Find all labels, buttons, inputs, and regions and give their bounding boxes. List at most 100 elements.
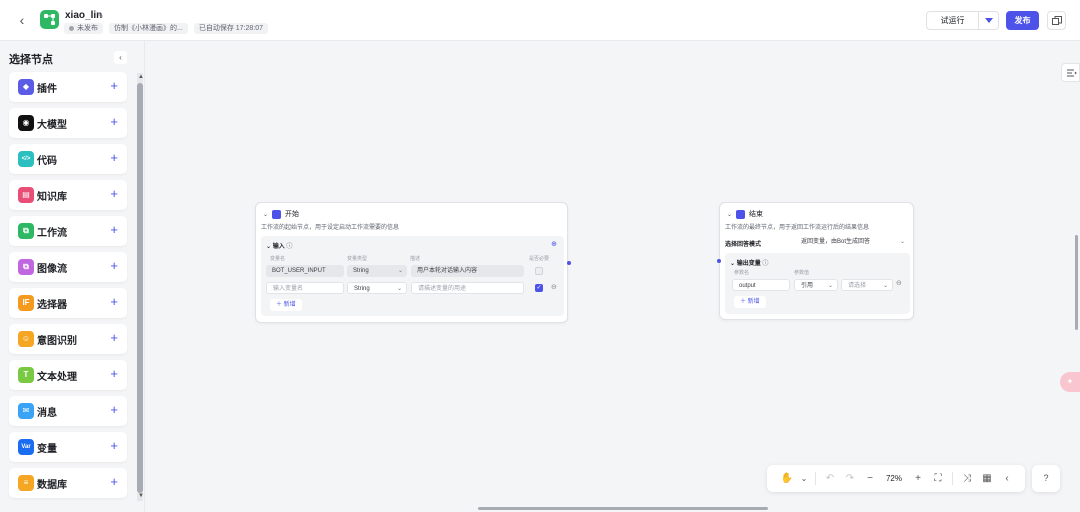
sidebar-node-item[interactable]: ✉ 消息 +	[9, 396, 127, 426]
start-input-panel: ⌄ 输入 ⓘ ⊕ 变量名 变量类型 描述 是否必要 BOT_USER_INPUT…	[261, 236, 564, 316]
sidebar-node-item[interactable]: ⧉ 图像流 +	[9, 252, 127, 282]
zoom-level[interactable]: 72%	[880, 474, 908, 483]
sidebar-node-label: 意图识别	[37, 336, 77, 347]
start-output-port[interactable]	[567, 261, 571, 265]
remove-row-icon[interactable]: ⊖	[896, 279, 902, 287]
help-icon[interactable]: ?	[1032, 465, 1060, 492]
edit-icon[interactable]: ✎	[97, 11, 104, 20]
pointer-mode-icon[interactable]: ✋	[777, 469, 797, 488]
trial-run-button[interactable]: 试运行	[927, 12, 978, 29]
sidebar-node-item[interactable]: ◆ 插件 +	[9, 72, 127, 102]
list-icon	[1067, 69, 1077, 77]
sidebar-node-item[interactable]: ▤ 知识库 +	[9, 180, 127, 210]
sidebar-node-item[interactable]: </> 代码 +	[9, 144, 127, 174]
sidebar-node-item[interactable]: ◉ 大模型 +	[9, 108, 127, 138]
end-input-port[interactable]	[717, 259, 721, 263]
end-node-desc: 工作流的最终节点，用于返回工作流运行后的结果信息	[725, 225, 870, 231]
plus-icon[interactable]: +	[110, 331, 118, 345]
scroll-up-icon[interactable]: ▲	[138, 74, 144, 80]
back-icon[interactable]: ‹	[14, 12, 30, 28]
plus-icon[interactable]: +	[110, 367, 118, 381]
chevron-down-icon[interactable]: ⌄	[266, 244, 273, 250]
plus-icon[interactable]: +	[110, 439, 118, 453]
chevron-down-icon[interactable]: ⌄	[727, 211, 732, 218]
plus-icon[interactable]: +	[110, 79, 118, 93]
remove-row-icon[interactable]: ⊖	[551, 283, 557, 291]
trial-run-dropdown[interactable]	[978, 12, 998, 29]
copy-button[interactable]	[1047, 11, 1066, 30]
sidebar-scrollbar-thumb[interactable]	[137, 83, 143, 493]
output-value-select[interactable]: 请选择 ⌄	[841, 279, 893, 291]
canvas-toolbar: ✋ ⌄ ↶ ↷ − 72% + ⛶ ⤨ ▦ ‹	[767, 465, 1025, 492]
minimap-icon[interactable]: ▦	[977, 469, 997, 488]
plus-icon[interactable]: +	[110, 475, 118, 489]
output-ref-select[interactable]: 引用 ⌄	[794, 279, 838, 291]
row2-type-select[interactable]: String ⌄	[347, 282, 407, 294]
scroll-down-icon[interactable]: ▼	[138, 493, 144, 499]
undo-icon[interactable]: ↶	[820, 469, 840, 488]
zoom-out-icon[interactable]: −	[860, 469, 880, 488]
end-output-panel: ⌄ 输出变量 ⓘ 参数名 参数值 output 引用 ⌄ 请选择 ⌄ ⊖ ＋ 新增	[725, 253, 910, 314]
chevron-down-icon[interactable]: ⌄	[263, 211, 268, 218]
publish-button[interactable]: 发布	[1006, 11, 1039, 30]
start-node[interactable]: ⌄ 开始 工作流的起始节点，用于设定启动工作流需要的信息 ⌄ 输入 ⓘ ⊕ 变量…	[255, 202, 571, 323]
node-type-icon: ✉	[18, 403, 34, 419]
plus-icon[interactable]: +	[110, 187, 118, 201]
zoom-in-icon[interactable]: +	[908, 469, 928, 488]
start-add-label: 新增	[283, 302, 296, 308]
row2-required-checkbox[interactable]: ✓	[535, 284, 543, 292]
answer-mode-select[interactable]: 返回变量，由Bot生成回答 ⌄	[795, 236, 909, 248]
start-add-button[interactable]: ＋ 新增	[270, 299, 302, 311]
node-type-icon: ▤	[18, 187, 34, 203]
node-type-icon: ⧉	[18, 259, 34, 275]
sidebar-node-item[interactable]: T 文本处理 +	[9, 360, 127, 390]
sidebar-node-label: 知识库	[37, 192, 67, 203]
node-type-icon: ◆	[18, 79, 34, 95]
assistant-bubble-icon[interactable]: ✦	[1060, 372, 1080, 392]
output-value-placeholder: 请选择	[848, 283, 867, 289]
sidebar-node-item[interactable]: ☺ 意图识别 +	[9, 324, 127, 354]
status-badge: 未发布	[64, 22, 103, 34]
sidebar-node-item[interactable]: ⧉ 工作流 +	[9, 216, 127, 246]
chevron-down-icon: ⌄	[899, 239, 905, 245]
plus-icon[interactable]: +	[110, 151, 118, 165]
plus-icon[interactable]: +	[110, 223, 118, 237]
plus-icon[interactable]: +	[110, 295, 118, 309]
add-param-icon[interactable]: ⊕	[551, 240, 557, 248]
plus-icon: ＋	[740, 299, 748, 305]
output-section-label: 输出变量	[736, 261, 761, 267]
node-type-icon: ⧉	[18, 223, 34, 239]
sidebar-node-item[interactable]: IF 选择器 +	[9, 288, 127, 318]
divider	[952, 472, 953, 485]
plus-icon[interactable]: +	[110, 115, 118, 129]
redo-icon[interactable]: ↷	[840, 469, 860, 488]
row2-desc-input[interactable]: 请描述变量的用途	[411, 282, 524, 294]
end-node[interactable]: ⌄ 结束 工作流的最终节点，用于返回工作流运行后的结果信息 选择回答模式 返回变…	[717, 202, 914, 320]
collapse-icon[interactable]: ‹	[997, 469, 1017, 488]
outline-panel-button[interactable]	[1061, 63, 1080, 82]
chevron-down-icon: ⌄	[882, 283, 888, 289]
end-node-icon	[736, 209, 746, 219]
canvas-vertical-scrollbar[interactable]	[1075, 235, 1078, 330]
chevron-down-icon[interactable]: ⌄	[730, 261, 737, 267]
collapse-sidebar-icon[interactable]: ‹	[114, 51, 127, 64]
sidebar-node-item[interactable]: Var 变量 +	[9, 432, 127, 462]
row1-name: BOT_USER_INPUT	[266, 265, 344, 277]
end-add-button[interactable]: ＋ 新增	[734, 296, 766, 308]
plus-icon[interactable]: +	[110, 403, 118, 417]
canvas-horizontal-scrollbar[interactable]	[478, 507, 768, 510]
sidebar-node-item[interactable]: ≡ 数据库 +	[9, 468, 127, 498]
node-sidebar: 选择节点 ‹ ◆ 插件 + ◉ 大模型 + </> 代码 + ▤ 知识库 + ⧉ 工作流 + ⧉ 图像流 + IF 选…	[0, 41, 145, 512]
node-list: ◆ 插件 + ◉ 大模型 + </> 代码 + ▤ 知识库 + ⧉ 工作流 + ⧉ 图像流 + IF 选择器 + ☺ 意图识…	[9, 72, 127, 504]
row2-name-input[interactable]: 输入变量名	[266, 282, 344, 294]
plus-icon[interactable]: +	[110, 259, 118, 273]
fit-view-icon[interactable]: ⛶	[928, 469, 948, 488]
output-name-field[interactable]: output	[732, 279, 790, 291]
start-node-header: ⌄ 开始	[263, 209, 299, 219]
node-type-icon: Var	[18, 439, 34, 455]
sidebar-node-label: 消息	[37, 408, 57, 419]
node-type-icon: </>	[18, 151, 34, 167]
node-type-icon: IF	[18, 295, 34, 311]
auto-layout-icon[interactable]: ⤨	[957, 469, 977, 488]
chevron-down-icon[interactable]: ⌄	[797, 469, 811, 488]
